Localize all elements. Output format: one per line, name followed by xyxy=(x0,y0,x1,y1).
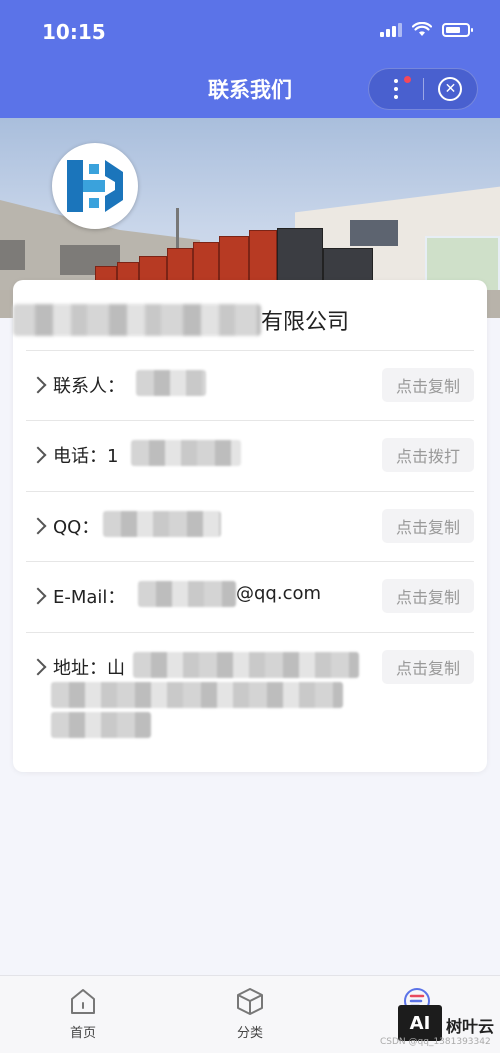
logo-icon xyxy=(67,160,123,212)
csdn-watermark: CSDN @qq_1381393342 xyxy=(380,1037,491,1047)
redacted-value xyxy=(131,440,241,466)
close-icon: ✕ xyxy=(438,77,463,101)
battery-icon xyxy=(442,22,473,37)
more-button[interactable] xyxy=(369,68,423,110)
company-name-suffix: 有限公司 xyxy=(261,310,350,335)
chevron-right-icon xyxy=(29,658,47,676)
home-icon xyxy=(71,989,95,1014)
more-icon xyxy=(394,79,398,99)
contact-label: 联系人： xyxy=(53,376,125,397)
wifi-icon xyxy=(412,22,432,36)
chevron-right-icon xyxy=(29,446,47,464)
copy-button[interactable]: 点击复制 xyxy=(382,509,474,543)
copy-button[interactable]: 点击复制 xyxy=(382,579,474,613)
contact-label: 电话：1 xyxy=(53,446,119,467)
miniapp-capsule: ✕ xyxy=(368,68,478,110)
email-domain: @qq.com xyxy=(236,583,322,604)
tab-home[interactable]: 首页 xyxy=(43,986,123,1041)
redacted-value xyxy=(133,652,359,678)
signal-icon xyxy=(380,22,402,37)
tab-category[interactable]: 分类 xyxy=(210,986,290,1041)
chevron-right-icon xyxy=(29,587,47,605)
divider xyxy=(26,350,474,351)
redacted-value xyxy=(103,511,221,537)
company-logo xyxy=(52,143,138,229)
contact-row-qq[interactable]: QQ： 点击复制 xyxy=(13,503,487,573)
copy-button[interactable]: 点击复制 xyxy=(382,368,474,402)
chevron-right-icon xyxy=(29,376,47,394)
contact-label: QQ： xyxy=(53,517,100,538)
watermark-badge: AI xyxy=(398,1005,442,1041)
cube-icon xyxy=(237,988,263,1015)
tab-label: 分类 xyxy=(236,1026,263,1041)
redacted-value xyxy=(51,712,151,738)
watermark-text: 树叶云 xyxy=(446,1017,495,1036)
redacted-value xyxy=(138,581,236,607)
contact-label: 地址：山 xyxy=(53,658,125,679)
close-button[interactable]: ✕ xyxy=(424,68,477,110)
company-name-row: 有限公司 xyxy=(13,298,487,348)
notification-dot xyxy=(404,76,411,83)
tab-label: 首页 xyxy=(69,1026,96,1041)
divider xyxy=(26,632,474,633)
contact-label: E-Mail： xyxy=(53,587,126,608)
redacted-company-name xyxy=(13,304,261,336)
contact-row-address[interactable]: 地址：山 点击复制 xyxy=(13,644,487,744)
header: 10:15 联系我们 ✕ xyxy=(0,0,500,118)
copy-button[interactable]: 点击复制 xyxy=(382,650,474,684)
contact-row-person[interactable]: 联系人： 点击复制 xyxy=(13,362,487,432)
divider xyxy=(26,561,474,562)
divider xyxy=(26,420,474,421)
chevron-right-icon xyxy=(29,517,47,535)
status-time: 10:15 xyxy=(42,20,106,44)
call-button[interactable]: 点击拨打 xyxy=(382,438,474,472)
status-icons xyxy=(380,22,473,37)
contact-card: 有限公司 联系人： 点击复制 电话：1 点击拨打 QQ： 点击复制 E-Mail… xyxy=(13,280,487,772)
redacted-value xyxy=(51,682,343,708)
redacted-value xyxy=(136,370,206,396)
divider xyxy=(26,491,474,492)
